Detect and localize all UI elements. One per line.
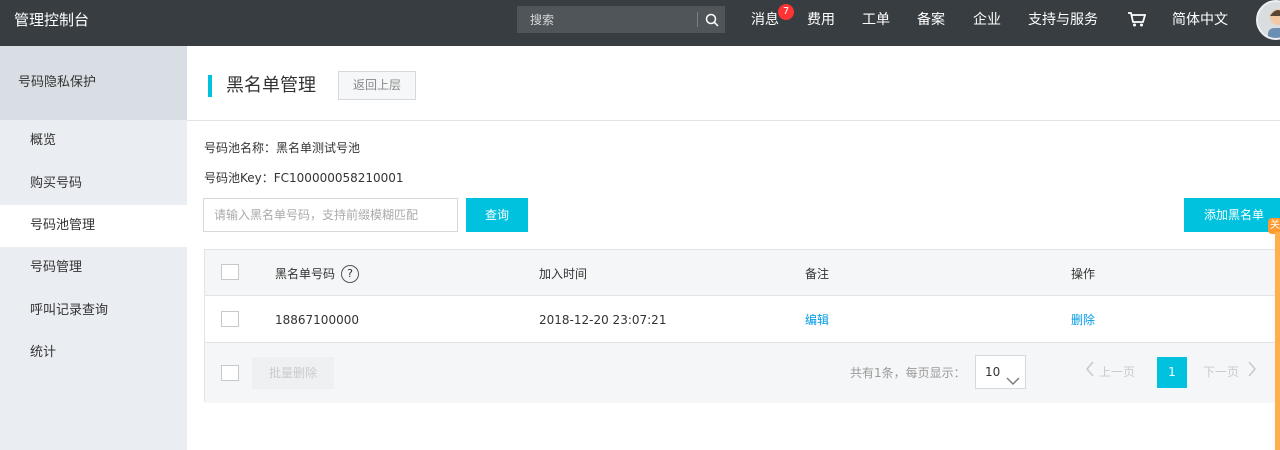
title-accent-bar <box>208 75 212 97</box>
add-blacklist-button[interactable]: 添加黑名单 <box>1184 198 1280 232</box>
footer-select-all-checkbox[interactable] <box>221 365 239 381</box>
page-title: 黑名单管理 <box>226 75 316 96</box>
sidebar-item-statistics[interactable]: 统计 <box>0 332 187 374</box>
nav-billing[interactable]: 费用 <box>807 0 835 40</box>
blacklist-number: 18867100000 <box>275 313 359 327</box>
batch-delete-button[interactable]: 批量删除 <box>252 357 334 389</box>
column-header-time: 加入时间 <box>539 267 588 281</box>
pool-name-text: 号码池名称：黑名单测试号池 <box>204 141 361 155</box>
next-page-label: 下一页 <box>1203 365 1240 379</box>
back-button[interactable]: 返回上层 <box>338 71 416 100</box>
user-avatar[interactable] <box>1256 0 1280 40</box>
query-button[interactable]: 查询 <box>466 198 528 232</box>
blacklist-search-input[interactable] <box>203 198 458 232</box>
column-header-actions: 操作 <box>1071 267 1096 281</box>
page-number-current[interactable]: 1 <box>1157 357 1187 388</box>
table-footer: 批量删除 共有1条，每页显示： 10 上一页 1 下一页 <box>205 343 1280 403</box>
messages-count-badge: 7 <box>778 4 794 20</box>
chevron-left-icon <box>1085 356 1095 390</box>
sidebar-item-buy-numbers[interactable]: 购买号码 <box>0 163 187 205</box>
global-search-input[interactable] <box>517 6 697 33</box>
total-count-text: 共有1条，每页显示： <box>850 366 966 380</box>
cart-icon[interactable] <box>1128 12 1147 31</box>
nav-messages[interactable]: 消息 <box>751 0 779 40</box>
main-content: 黑名单管理 返回上层 号码池名称：黑名单测试号池 号码池Key：FC100000… <box>187 46 1280 450</box>
page-size-select[interactable]: 10 <box>975 355 1026 389</box>
global-search <box>517 6 725 33</box>
sidebar-item-pool-management[interactable]: 号码池管理 <box>0 205 187 247</box>
nav-support[interactable]: 支持与服务 <box>1028 0 1098 40</box>
page-size-value: 10 <box>985 365 1001 379</box>
prev-page-label: 上一页 <box>1099 365 1136 379</box>
sidebar: 号码隐私保护 概览 购买号码 号码池管理 号码管理 呼叫记录查询 统计 <box>0 46 187 450</box>
column-header-number: 黑名单号码 <box>275 267 336 281</box>
row-checkbox[interactable] <box>221 311 239 327</box>
table-row: 18867100000 2018-12-20 23:07:21 编辑 删除 <box>205 296 1280 343</box>
pool-key-text: 号码池Key：FC100000058210001 <box>204 171 404 185</box>
prev-page-button[interactable]: 上一页 <box>1085 355 1155 389</box>
nav-tickets[interactable]: 工单 <box>862 0 890 40</box>
select-all-checkbox[interactable] <box>221 264 239 280</box>
side-feedback-strip <box>1275 232 1280 450</box>
console-brand-link[interactable]: 管理控制台 <box>14 0 89 40</box>
next-page-button[interactable]: 下一页 <box>1203 355 1279 389</box>
column-header-remark: 备注 <box>805 267 830 281</box>
delete-link[interactable]: 删除 <box>1071 312 1095 328</box>
sidebar-item-number-management[interactable]: 号码管理 <box>0 247 187 289</box>
edit-remark-link[interactable]: 编辑 <box>805 312 829 328</box>
chevron-down-icon <box>1006 366 1020 398</box>
table-header: 黑名单号码 ? 加入时间 备注 操作 <box>205 250 1280 296</box>
sidebar-item-call-records[interactable]: 呼叫记录查询 <box>0 290 187 332</box>
help-icon[interactable]: ? <box>341 265 359 283</box>
chevron-right-icon <box>1247 356 1257 390</box>
page-header: 黑名单管理 返回上层 <box>187 46 1280 121</box>
nav-enterprise[interactable]: 企业 <box>973 0 1001 40</box>
sidebar-header: 号码隐私保护 <box>0 46 187 120</box>
search-icon[interactable] <box>698 6 725 33</box>
nav-icp-filing[interactable]: 备案 <box>917 0 945 40</box>
sidebar-item-overview[interactable]: 概览 <box>0 120 187 162</box>
join-time: 2018-12-20 23:07:21 <box>539 313 667 327</box>
blacklist-table: 黑名单号码 ? 加入时间 备注 操作 18867100000 2018-12-2… <box>204 249 1280 403</box>
nav-language[interactable]: 简体中文 <box>1172 0 1228 40</box>
top-navigation-bar: 管理控制台 消息 7 费用 工单 备案 企业 支持与服务 简体中文 <box>0 0 1280 46</box>
